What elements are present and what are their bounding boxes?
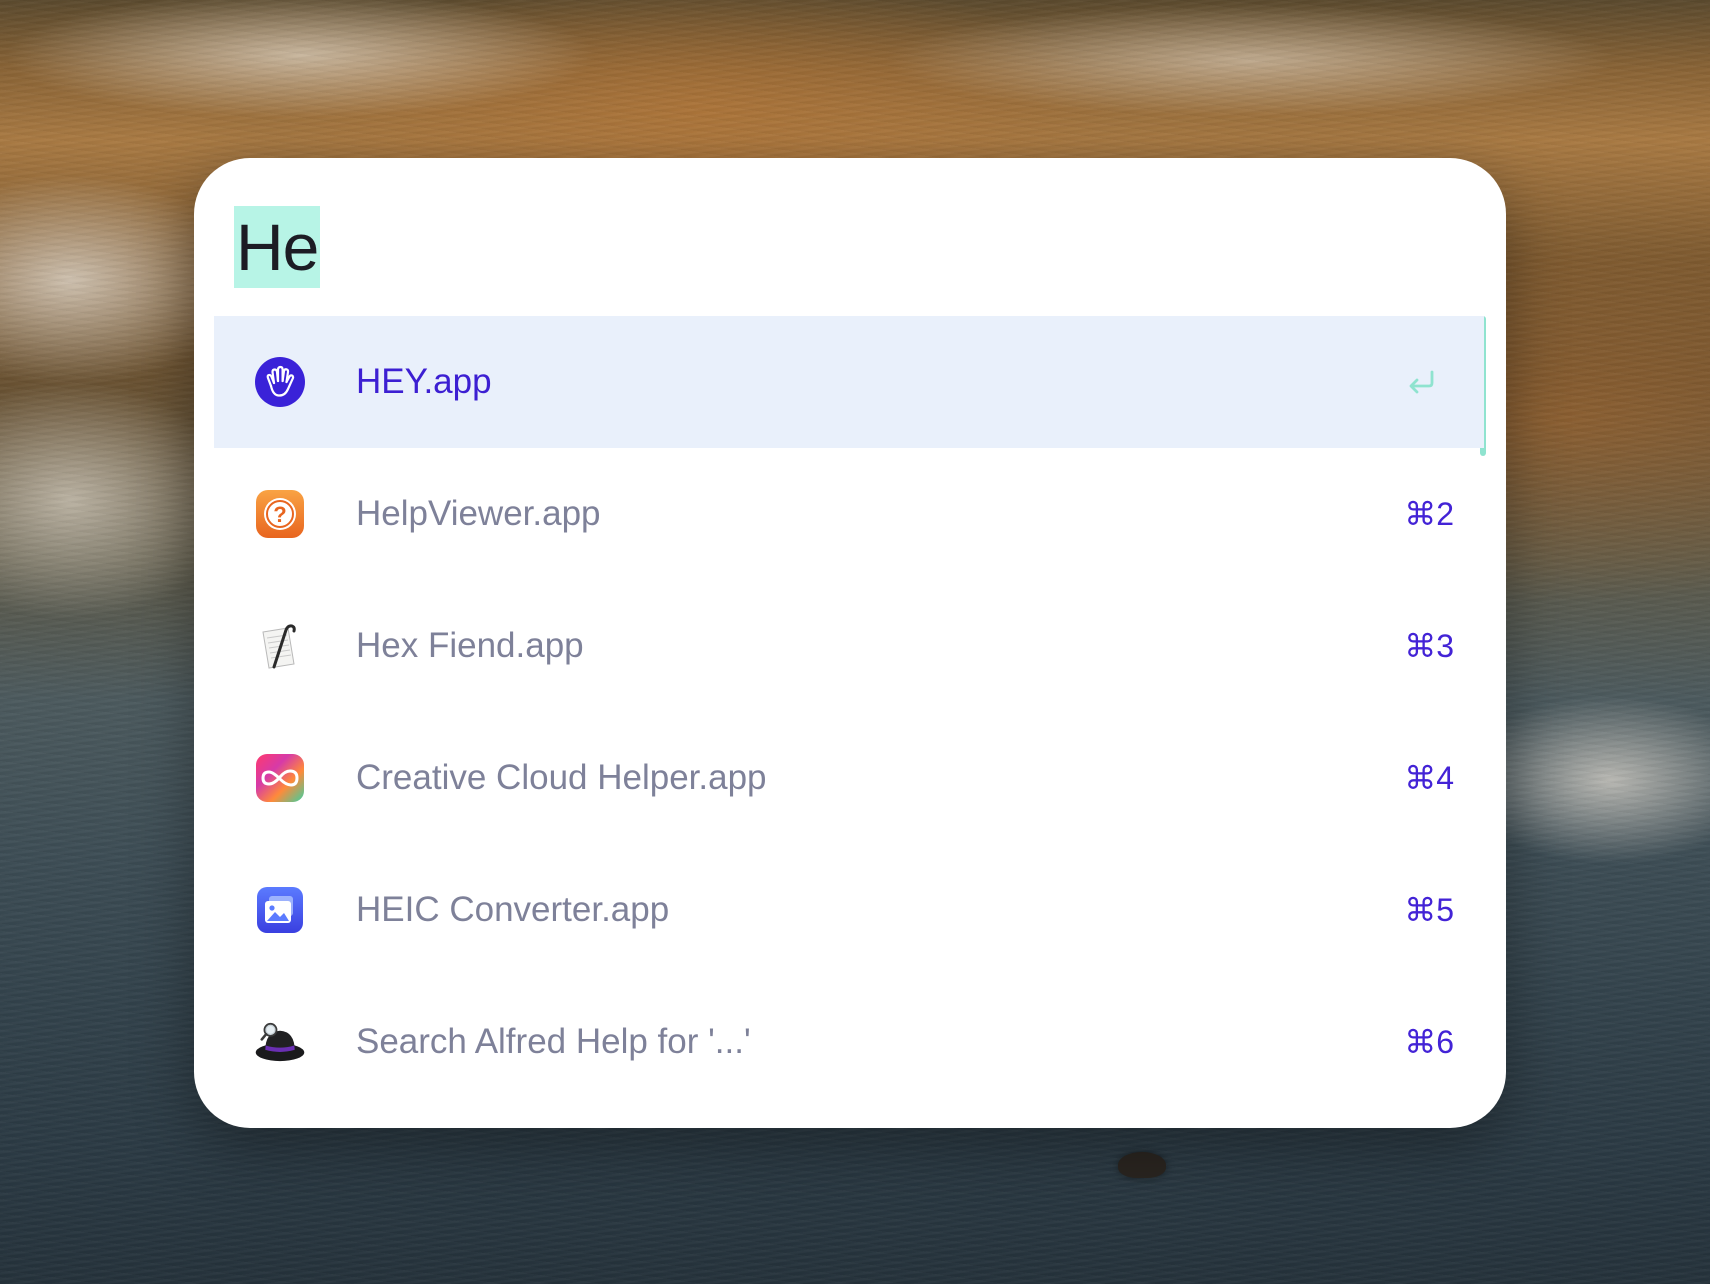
wallpaper-rock xyxy=(1118,1152,1166,1178)
result-title-hexfiend: Hex Fiend.app xyxy=(356,626,584,665)
shortcut-label-5: ⌘5 xyxy=(1404,892,1454,928)
results-list: HEY.app ? HelpViewer.app ⌘2 Hex Fiend.ap… xyxy=(214,316,1484,1108)
hey-icon xyxy=(254,356,306,408)
shortcut-label-2: ⌘2 xyxy=(1404,496,1454,532)
svg-text:?: ? xyxy=(273,502,286,527)
alfred-hat-icon xyxy=(254,1016,306,1068)
search-query-text[interactable]: He xyxy=(234,206,321,288)
result-title-heic-converter: HEIC Converter.app xyxy=(356,890,670,929)
heic-converter-icon xyxy=(254,884,306,936)
result-row-hey[interactable]: HEY.app xyxy=(214,316,1484,448)
result-title-helpviewer: HelpViewer.app xyxy=(356,494,601,533)
shortcut-label-6: ⌘6 xyxy=(1404,1024,1454,1060)
result-title-creative-cloud: Creative Cloud Helper.app xyxy=(356,758,767,797)
return-key-icon xyxy=(1404,366,1438,396)
result-title-alfred-help: Search Alfred Help for '...' xyxy=(356,1022,751,1061)
shortcut-label-3: ⌘3 xyxy=(1404,628,1454,664)
result-row-helpviewer[interactable]: ? HelpViewer.app ⌘2 xyxy=(214,448,1484,580)
result-row-heic-converter[interactable]: HEIC Converter.app ⌘5 xyxy=(214,844,1484,976)
shortcut-label-4: ⌘4 xyxy=(1404,760,1454,796)
creative-cloud-icon xyxy=(254,752,306,804)
result-row-hexfiend[interactable]: Hex Fiend.app ⌘3 xyxy=(214,580,1484,712)
search-field[interactable]: He xyxy=(234,206,321,288)
desktop-wallpaper: He HEY.app ? HelpViewer.app ⌘2 Hex Fiend… xyxy=(0,0,1710,1284)
help-viewer-icon: ? xyxy=(254,488,306,540)
result-row-creative-cloud[interactable]: Creative Cloud Helper.app ⌘4 xyxy=(214,712,1484,844)
result-title-hey: HEY.app xyxy=(356,362,492,401)
hex-fiend-icon xyxy=(254,620,306,672)
launcher-window: He HEY.app ? HelpViewer.app ⌘2 Hex Fiend… xyxy=(194,158,1506,1128)
result-row-alfred-help[interactable]: Search Alfred Help for '...' ⌘6 xyxy=(214,976,1484,1108)
